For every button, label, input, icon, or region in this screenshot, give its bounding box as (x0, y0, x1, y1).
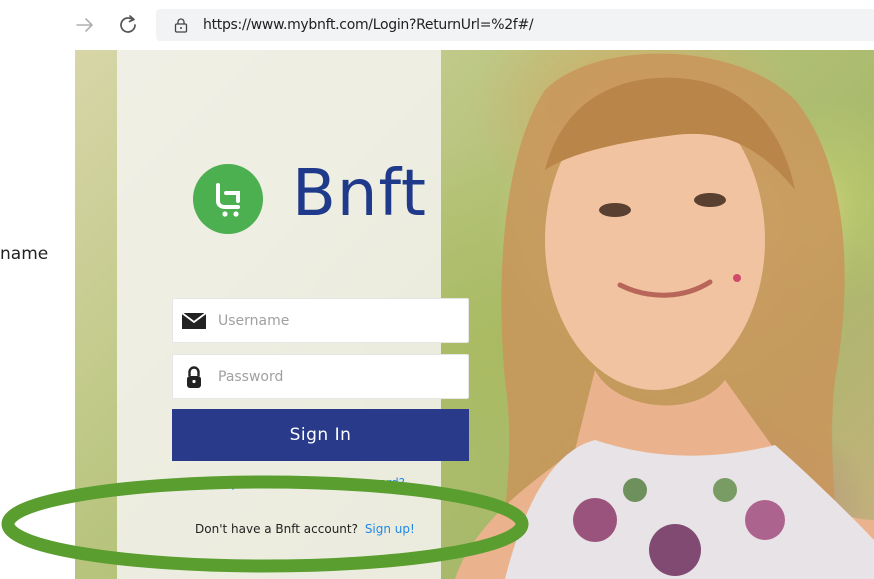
reload-icon[interactable] (116, 13, 140, 37)
address-bar[interactable]: https://www.mybnft.com/Login?ReturnUrl=%… (156, 9, 874, 41)
login-panel: Bnft Sign In Forgot your username or pas… (117, 50, 469, 579)
cropped-label: name (0, 244, 49, 264)
forgot-credentials-link[interactable]: Forgot your username or password? (189, 476, 449, 490)
signup-prompt: Don't have a Bnft account? Sign up! (195, 522, 415, 536)
sign-up-link[interactable]: Sign up! (365, 522, 415, 536)
lock-icon[interactable] (173, 17, 189, 33)
url-text[interactable]: https://www.mybnft.com/Login?ReturnUrl=%… (203, 17, 534, 33)
forward-arrow-icon[interactable] (74, 14, 96, 36)
bnft-logo (193, 164, 271, 234)
brand-name: Bnft (292, 157, 427, 231)
username-field[interactable] (172, 298, 469, 343)
sign-in-button[interactable]: Sign In (172, 409, 469, 461)
username-input[interactable] (218, 299, 458, 342)
browser-toolbar: https://www.mybnft.com/Login?ReturnUrl=%… (72, 0, 874, 50)
envelope-icon (181, 312, 207, 329)
page-viewport: Bnft Sign In Forgot your username or pas… (75, 50, 874, 579)
no-account-text: Don't have a Bnft account? (195, 522, 358, 536)
padlock-icon (187, 366, 201, 388)
cart-logo-icon (216, 183, 240, 217)
password-input[interactable] (218, 355, 458, 398)
password-field[interactable] (172, 354, 469, 399)
